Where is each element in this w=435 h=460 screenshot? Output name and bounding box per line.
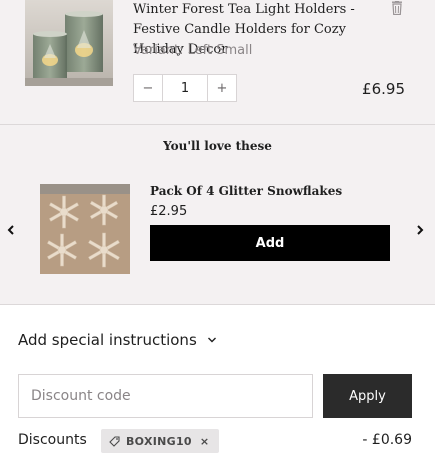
recommendations-heading: You'll love these bbox=[163, 139, 272, 153]
apply-discount-button[interactable]: Apply bbox=[323, 374, 412, 418]
chevron-right-icon[interactable] bbox=[413, 222, 427, 236]
special-instructions-toggle[interactable]: Add special instructions bbox=[18, 331, 217, 349]
recommended-product-name[interactable]: Pack Of 4 Glitter Snowflakes bbox=[150, 184, 342, 198]
recommended-product-image[interactable] bbox=[40, 184, 130, 274]
trash-icon[interactable] bbox=[389, 0, 405, 16]
discounts-label: Discounts bbox=[18, 432, 87, 448]
remove-discount-button[interactable]: × bbox=[200, 435, 210, 448]
cart-item: Winter Forest Tea Light Holders - Festiv… bbox=[0, 0, 435, 124]
product-thumbnail[interactable] bbox=[25, 0, 113, 86]
chevron-left-icon[interactable] bbox=[4, 222, 18, 236]
item-price: £6.95 bbox=[362, 80, 405, 98]
recommended-product-price: £2.95 bbox=[150, 204, 188, 219]
increase-quantity-button[interactable]: + bbox=[208, 75, 236, 101]
tag-icon bbox=[109, 435, 120, 447]
product-variant: Variant: Left Small bbox=[133, 43, 253, 58]
divider bbox=[0, 304, 435, 305]
discount-code-chip: BOXING10 × bbox=[101, 429, 220, 453]
chevron-down-icon bbox=[207, 337, 216, 343]
decrease-quantity-button[interactable]: − bbox=[134, 75, 162, 101]
candle-holders-photo bbox=[25, 0, 113, 86]
quantity-stepper: − 1 + bbox=[133, 74, 237, 102]
add-to-cart-button[interactable]: Add bbox=[150, 225, 390, 261]
snowflakes-photo bbox=[40, 184, 130, 274]
quantity-input[interactable]: 1 bbox=[162, 75, 208, 101]
special-instructions-label: Add special instructions bbox=[18, 331, 197, 349]
recommendations-section: You'll love these Pack Of 4 Glitter Snow… bbox=[0, 125, 435, 304]
discount-code-text: BOXING10 bbox=[126, 434, 192, 448]
discount-code-input[interactable] bbox=[18, 374, 313, 418]
discount-amount: - £0.69 bbox=[362, 432, 412, 448]
